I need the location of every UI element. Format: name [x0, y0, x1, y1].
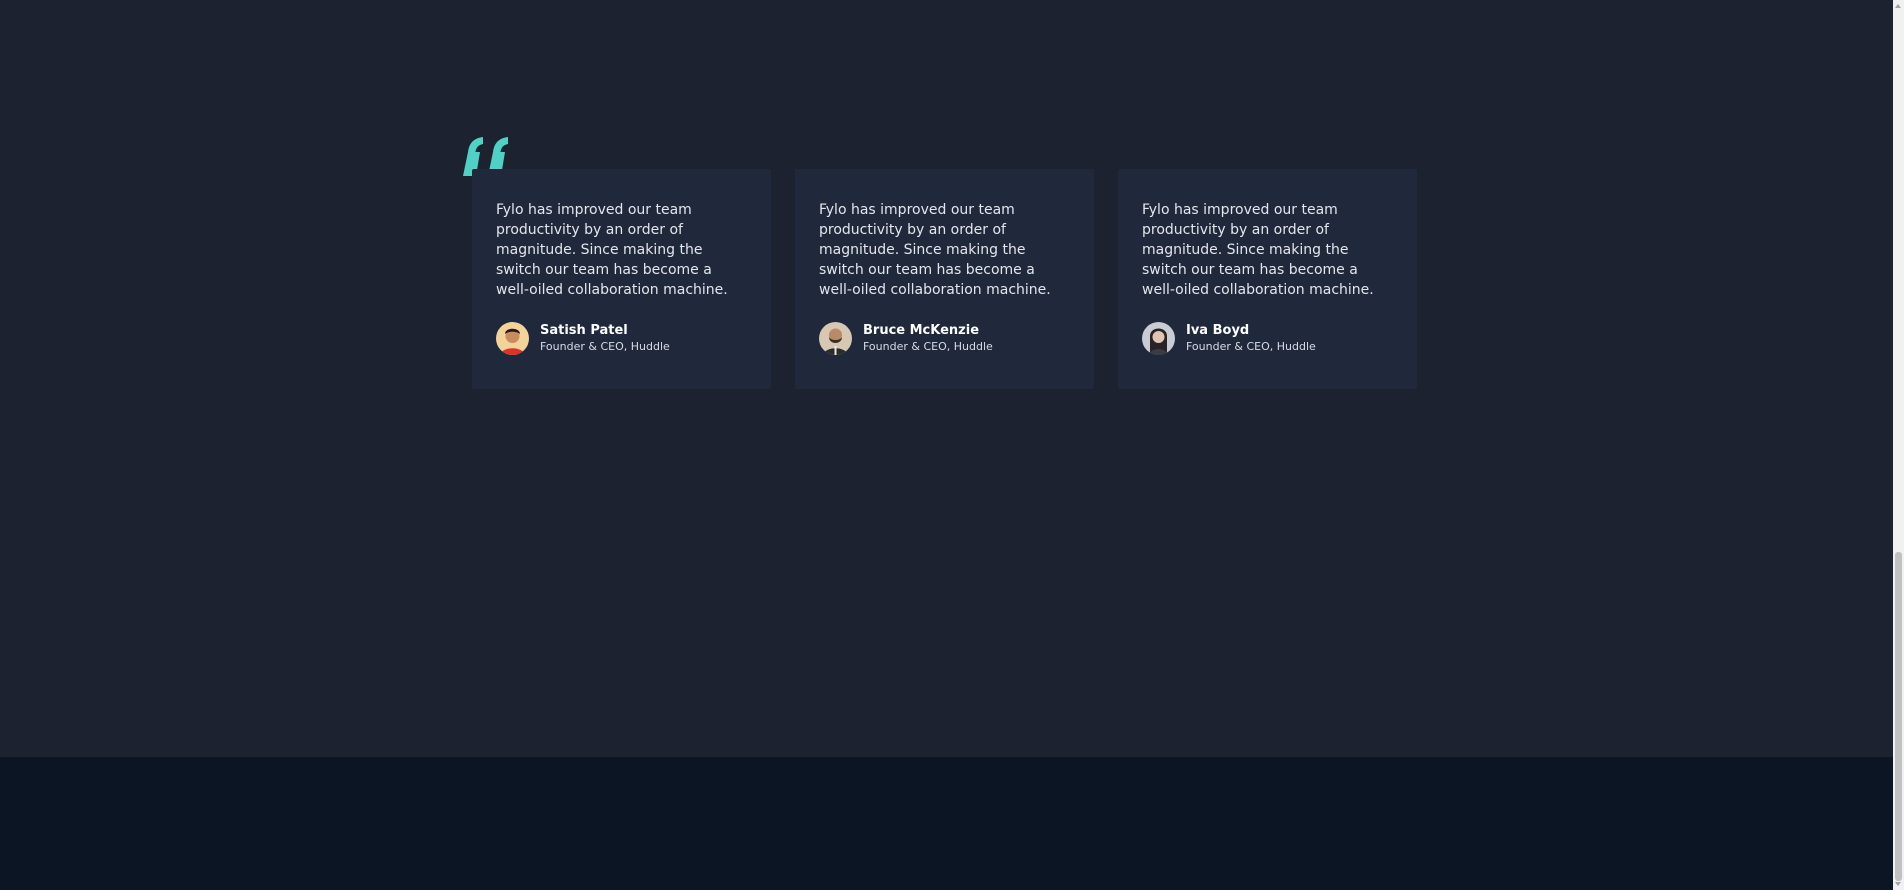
author-role: Founder & CEO, Huddle: [540, 340, 670, 353]
footer: [0, 757, 1893, 890]
testimonials-section: Fylo has improved our team productivity …: [0, 0, 1893, 757]
page: Fylo has improved our team productivity …: [0, 0, 1904, 890]
page-scrollbar[interactable]: [1893, 0, 1904, 890]
testimonial-card: Fylo has improved our team productivity …: [795, 169, 1094, 389]
scroll-down-arrow-icon[interactable]: [1895, 882, 1901, 886]
testimonial-quote: Fylo has improved our team productivity …: [1142, 202, 1374, 298]
testimonial-quote: Fylo has improved our team productivity …: [496, 202, 728, 298]
author-role: Founder & CEO, Huddle: [1186, 340, 1316, 353]
testimonial-author: Satish Patel Founder & CEO, Huddle: [496, 322, 747, 355]
testimonial-list: Fylo has improved our team productivity …: [472, 169, 1417, 389]
author-name: Satish Patel: [540, 323, 628, 338]
testimonial-author: Bruce McKenzie Founder & CEO, Huddle: [819, 322, 1070, 355]
testimonial-card: Fylo has improved our team productivity …: [472, 169, 771, 389]
avatar: [496, 322, 529, 355]
avatar: [1142, 322, 1175, 355]
scroll-up-arrow-icon[interactable]: [1895, 4, 1901, 8]
testimonial-quote: Fylo has improved our team productivity …: [819, 202, 1051, 298]
author-name: Bruce McKenzie: [863, 323, 980, 338]
scrollbar-thumb[interactable]: [1895, 552, 1902, 881]
author-name: Iva Boyd: [1186, 323, 1250, 338]
testimonial-card: Fylo has improved our team productivity …: [1118, 169, 1417, 389]
avatar: [819, 322, 852, 355]
author-role: Founder & CEO, Huddle: [863, 340, 993, 353]
testimonial-author: Iva Boyd Founder & CEO, Huddle: [1142, 322, 1393, 355]
